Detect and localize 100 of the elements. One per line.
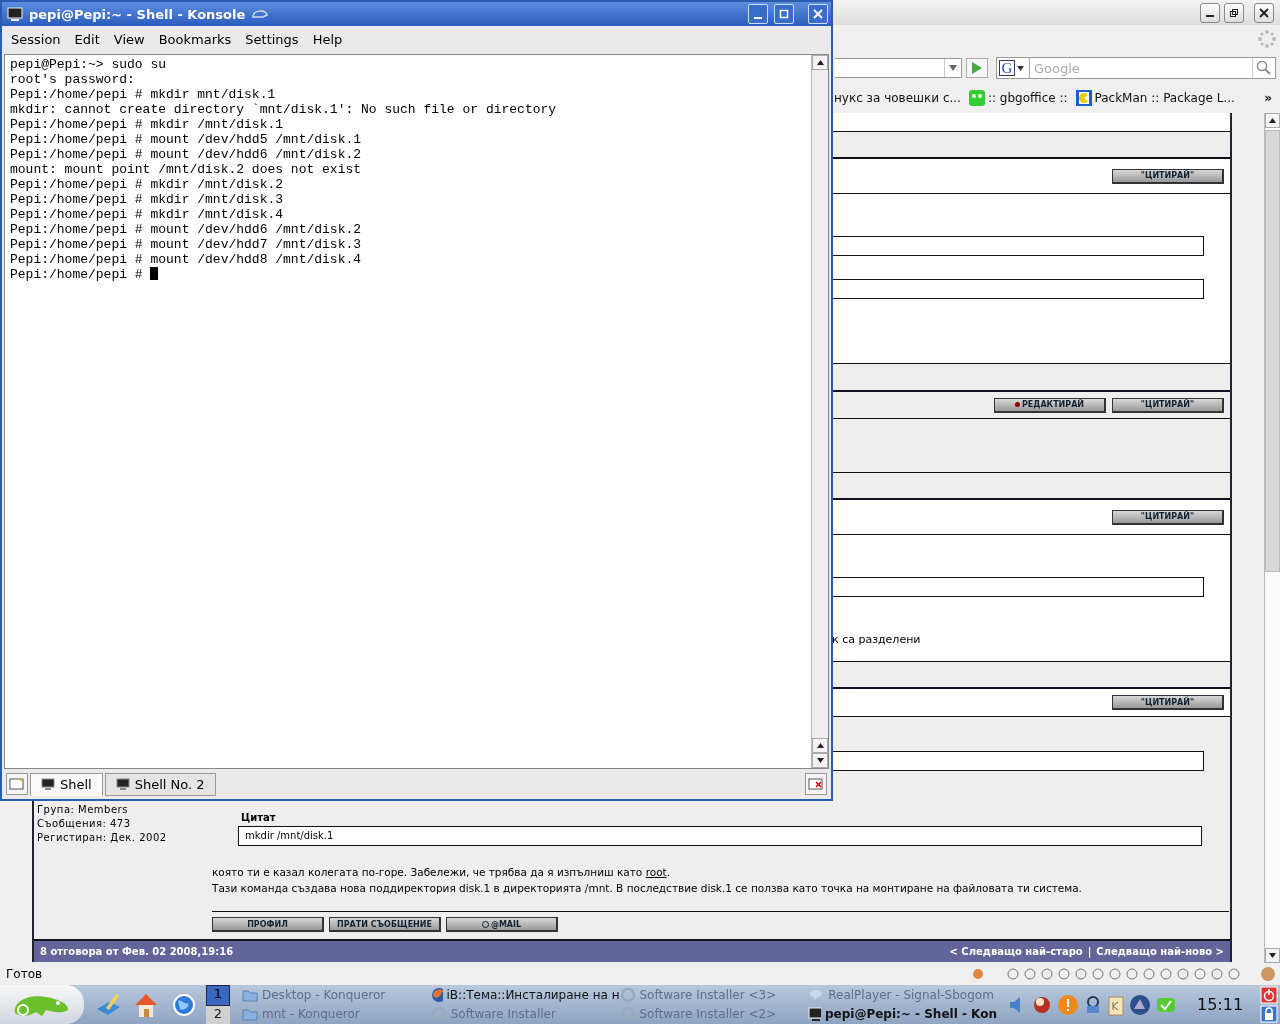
maximize-icon (779, 9, 789, 19)
close-session-icon (808, 776, 824, 792)
folder-icon (242, 1007, 258, 1021)
terminal-line: root's password: (10, 72, 136, 87)
menu-item[interactable]: Settings (238, 31, 306, 47)
terminal-line: mount: mount point /mnt/disk.2 does not exist (10, 162, 363, 177)
close-icon (813, 9, 823, 19)
bookmark-link[interactable]: PackMan :: Package L... (1075, 90, 1235, 106)
bookmark-link[interactable]: :: gbgoffice :: (968, 90, 1068, 106)
author-info: Група: Members (37, 803, 129, 817)
plugin-icon (1260, 966, 1276, 982)
menu-item[interactable]: Edit (67, 31, 107, 47)
terminal-line: Pepi:/home/pepi # mkdir /mnt/disk.1 (10, 117, 285, 132)
monitor-icon (41, 778, 55, 790)
root-link[interactable]: root (645, 866, 667, 878)
down-arrow-icon (816, 758, 824, 763)
forum-button[interactable]: "ЦИТИРАЙ" (1112, 397, 1224, 413)
folder-icon (242, 988, 258, 1002)
logout-button[interactable] (1260, 986, 1278, 1004)
monitor-icon (115, 778, 130, 790)
terminal-line: mkdir: cannot create directory `mnt/disk.1': No such file or directory (10, 102, 558, 117)
search-engine-button[interactable]: G (997, 58, 1030, 78)
desktop-pager-button[interactable]: 1 (206, 984, 230, 1006)
minimize-icon (754, 16, 762, 19)
taskbar-task[interactable]: iB::Тема::Инсталиране на н (430, 985, 620, 1005)
forum-button[interactable]: "ЦИТИРАЙ" (1112, 695, 1224, 710)
restore-button[interactable] (1224, 2, 1244, 23)
menu-item[interactable]: Session (4, 31, 68, 47)
scrollbar[interactable] (811, 55, 828, 768)
scrollbar[interactable] (1264, 113, 1280, 963)
up-arrow-icon (816, 743, 824, 748)
pacman-icon (1075, 90, 1092, 106)
forum-button[interactable]: ПРОФИЛ (212, 917, 324, 932)
window-title: pepi@Pepi:~ - Shell - Konsole (29, 6, 246, 22)
terminal-icon (7, 6, 23, 22)
quote-box: mkdir /mnt/disk.1 (238, 826, 1202, 846)
separator: | (1087, 946, 1092, 957)
frog-face-icon (968, 90, 985, 106)
newer-topic-link[interactable]: Следващо най-ново > (1096, 946, 1224, 957)
terminal-line: Pepi:/home/pepi # mount /dev/hdd7 /mnt/disk.3 (10, 237, 363, 252)
fox-globe-icon (430, 987, 443, 1003)
dot-icon (1014, 402, 1020, 407)
terminal-line: Pepi:/home/pepi # mount /dev/hdd5 /mnt/disk.1 (10, 132, 363, 147)
author-info: Регистиран: Дек. 2002 (37, 831, 168, 845)
menu-item[interactable]: View (106, 31, 152, 47)
terminal-line: Pepi:/home/pepi # mount /dev/hdd6 /mnt/disk.2 (10, 222, 363, 237)
forum-button[interactable]: @MAIL (446, 917, 558, 932)
more-bookmarks-button[interactable]: » (1264, 91, 1272, 105)
tab[interactable]: Shell No. 2 (104, 772, 216, 796)
lock-button[interactable] (1260, 1005, 1278, 1023)
search-icon (1256, 60, 1272, 76)
minimize-icon (1206, 15, 1214, 17)
terminal-line: Pepi:/home/pepi # (10, 267, 806, 282)
bookmark-link[interactable]: нукс за човешки с... (834, 91, 961, 105)
monitor-icon (808, 1006, 821, 1022)
new-session-icon (9, 776, 25, 792)
reply-count: 8 отговора от Фев. 02 2008,19:16 (40, 946, 234, 957)
forum-button[interactable]: "ЦИТИРАЙ" (1112, 168, 1224, 184)
down-arrow-icon (1269, 953, 1276, 958)
close-button[interactable] (1254, 2, 1274, 23)
menu-item[interactable]: Help (305, 31, 350, 47)
terminal-line: pepi@Pepi:~> sudo su (10, 57, 168, 72)
speech-bubble-icon (808, 987, 825, 1003)
forum-button[interactable]: ПРАТИ СЪОБЩЕНИЕ (329, 917, 441, 932)
clock: 15:11 (1197, 995, 1244, 1014)
restore-icon (1229, 7, 1239, 18)
tab[interactable]: Shell (30, 772, 103, 796)
throbber-icon (1258, 30, 1276, 48)
close-icon (1259, 7, 1269, 18)
forum-button[interactable]: "ЦИТИРАЙ" (1112, 509, 1224, 525)
menu-item[interactable]: Bookmarks (151, 31, 239, 47)
caret-icon (949, 65, 957, 71)
close-session-button[interactable] (805, 773, 827, 795)
start-menu-button[interactable] (0, 985, 84, 1024)
forum-button[interactable]: РЕДАКТИРАЙ (994, 397, 1106, 413)
go-button[interactable] (966, 58, 988, 78)
quote-label: Цитат (241, 811, 277, 825)
ring-icon (619, 987, 636, 1003)
maximize-button[interactable] (774, 4, 794, 24)
terminal-line: Pepi:/home/pepi # mkdir /mnt/disk.2 (10, 177, 285, 192)
up-arrow-icon (816, 60, 824, 65)
up-arrow-icon (1269, 118, 1276, 123)
clipboard-icon[interactable] (1107, 993, 1125, 1016)
minimize-button[interactable] (1200, 2, 1220, 23)
lock-icon (1260, 1005, 1278, 1023)
older-topic-link[interactable]: < Следващо най-старо (949, 946, 1083, 957)
terminal-line: Pepi:/home/pepi # mount /dev/hdd8 /mnt/disk.4 (10, 252, 363, 267)
status-text: Готов (6, 967, 44, 981)
post-text: к са разделени (832, 633, 921, 646)
terminal-line: Pepi:/home/pepi # mkdir /mnt/disk.3 (10, 192, 285, 207)
author-info: Съобщения: 473 (37, 817, 132, 831)
address-field[interactable] (835, 58, 962, 78)
power-icon (1260, 986, 1278, 1004)
search-field[interactable]: G Google (996, 57, 1276, 79)
post-text: която ти е казал колегата по-горе. Забележи, че трябва да я изпълниш като root. (212, 865, 672, 880)
new-session-button[interactable] (6, 773, 28, 795)
terminal-line: Pepi:/home/pepi # mkdir /mnt/disk.4 (10, 207, 285, 222)
taskbar-task[interactable]: pepi@Pepi:~ - Shell - Kon (808, 1004, 997, 1024)
post-text: Тази команда създава нова поддиректория disk.1 в директорията /mnt. В последствие disk.1 се ползва като точка на монтиране на файловата ти система. (212, 881, 1083, 896)
text-cursor (150, 267, 159, 280)
